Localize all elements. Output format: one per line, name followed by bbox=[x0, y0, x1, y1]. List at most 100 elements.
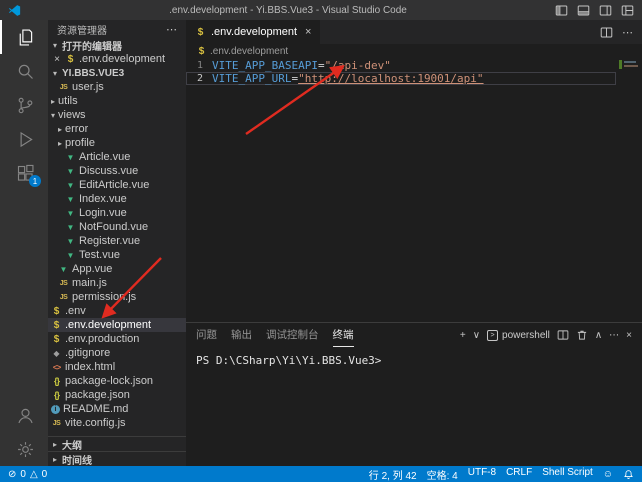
toggle-sidebar-icon[interactable] bbox=[555, 4, 568, 17]
toggle-secondary-sidebar-icon[interactable] bbox=[599, 4, 612, 17]
chevron-right-icon: ▸ bbox=[50, 455, 60, 464]
env-file-icon: $ bbox=[197, 46, 206, 57]
powershell-icon: > bbox=[487, 330, 498, 341]
maximize-panel-icon[interactable]: ∧ bbox=[595, 330, 602, 341]
tree-item-App.vue[interactable]: ▼App.vue bbox=[48, 262, 186, 276]
code-editor[interactable]: 1VITE_APP_BASEAPI="/api-dev"2VITE_APP_UR… bbox=[186, 58, 642, 322]
more-actions-icon[interactable]: ⋯ bbox=[622, 26, 633, 39]
file-name: NotFound.vue bbox=[79, 221, 148, 233]
vscode-logo bbox=[8, 4, 21, 17]
chevron-down-icon: ▾ bbox=[50, 41, 60, 50]
tree-item-error[interactable]: ▸error bbox=[48, 122, 186, 136]
minimap[interactable] bbox=[621, 60, 639, 100]
open-editor-item[interactable]: × $ .env.development bbox=[48, 52, 186, 66]
close-panel-icon[interactable]: × bbox=[626, 330, 632, 341]
timeline-label: 时间线 bbox=[62, 452, 92, 467]
activity-account[interactable] bbox=[0, 398, 48, 432]
tree-item-Discuss.vue[interactable]: ▼Discuss.vue bbox=[48, 164, 186, 178]
code-token: "/api-dev" bbox=[325, 59, 391, 72]
tree-item-README.md[interactable]: iREADME.md bbox=[48, 402, 186, 416]
activity-run-debug[interactable] bbox=[0, 122, 48, 156]
notifications-bell-icon[interactable] bbox=[623, 469, 634, 480]
chevron-down-icon: ▾ bbox=[50, 69, 60, 78]
activity-search[interactable] bbox=[0, 54, 48, 88]
split-terminal-icon[interactable] bbox=[557, 329, 569, 341]
chevron-right-icon: ▸ bbox=[58, 125, 62, 134]
tab-env-development[interactable]: $ .env.development × bbox=[186, 20, 320, 44]
open-editors-header[interactable]: ▾ 打开的编辑器 bbox=[48, 38, 186, 52]
files-icon bbox=[15, 27, 36, 48]
problems-status[interactable]: ⊘ 0 △ 0 bbox=[8, 469, 47, 480]
tree-item-Article.vue[interactable]: ▼Article.vue bbox=[48, 150, 186, 164]
tree-item-index.html[interactable]: <>index.html bbox=[48, 360, 186, 374]
tree-item-views[interactable]: ▾views bbox=[48, 108, 186, 122]
close-icon[interactable]: × bbox=[52, 54, 62, 65]
tree-item-.env[interactable]: $.env bbox=[48, 304, 186, 318]
file-name: Index.vue bbox=[79, 193, 127, 205]
file-name: main.js bbox=[72, 277, 107, 289]
terminal-shell-select[interactable]: > powershell bbox=[487, 330, 550, 341]
tree-item-NotFound.vue[interactable]: ▼NotFound.vue bbox=[48, 220, 186, 234]
activity-extensions[interactable]: 1 bbox=[0, 156, 48, 190]
activity-explorer[interactable] bbox=[0, 20, 48, 54]
status-eol[interactable]: CRLF bbox=[506, 467, 532, 482]
panel-actions: + ∨ > powershell ∧ ⋯ × bbox=[460, 329, 632, 341]
activity-source-control[interactable] bbox=[0, 88, 48, 122]
tree-item-.gitignore[interactable]: ◆.gitignore bbox=[48, 346, 186, 360]
more-actions-icon[interactable]: ⋯ bbox=[166, 23, 177, 36]
panel-tab-输出[interactable]: 输出 bbox=[231, 323, 252, 347]
file-tree: JSuser.js▸utils▾views▸error▸profile▼Arti… bbox=[48, 80, 186, 436]
status-cursor-position[interactable]: 行 2, 列 42 bbox=[369, 467, 417, 482]
status-indentation[interactable]: 空格: 4 bbox=[427, 467, 458, 482]
tree-item-Login.vue[interactable]: ▼Login.vue bbox=[48, 206, 186, 220]
activity-settings[interactable] bbox=[0, 432, 48, 466]
env-file-icon: $ bbox=[51, 306, 62, 317]
breadcrumb-file: .env.development bbox=[210, 46, 288, 57]
env-file-icon: $ bbox=[51, 320, 62, 331]
kill-terminal-icon[interactable] bbox=[576, 329, 588, 341]
more-actions-icon[interactable]: ⋯ bbox=[609, 330, 619, 341]
feedback-icon[interactable]: ☺ bbox=[603, 469, 613, 480]
tab-label: .env.development bbox=[211, 26, 297, 38]
new-terminal-icon[interactable]: + bbox=[460, 330, 466, 341]
status-encoding[interactable]: UTF-8 bbox=[468, 467, 496, 482]
tree-item-package-lock.json[interactable]: {}package-lock.json bbox=[48, 374, 186, 388]
terminal[interactable]: PS D:\CSharp\Yi\Yi.BBS.Vue3> bbox=[186, 347, 642, 466]
panel-tab-调试控制台[interactable]: 调试控制台 bbox=[266, 323, 319, 347]
tree-item-vite.config.js[interactable]: JSvite.config.js bbox=[48, 416, 186, 430]
outline-section[interactable]: ▸ 大纲 bbox=[48, 436, 186, 451]
breadcrumb[interactable]: $ .env.development bbox=[186, 44, 642, 58]
panel-tab-问题[interactable]: 问题 bbox=[196, 323, 217, 347]
file-name: EditArticle.vue bbox=[79, 179, 149, 191]
tree-item-permission.js[interactable]: JSpermission.js bbox=[48, 290, 186, 304]
tree-item-Test.vue[interactable]: ▼Test.vue bbox=[48, 248, 186, 262]
split-editor-icon[interactable] bbox=[600, 26, 613, 39]
code-line-2[interactable]: 2VITE_APP_URL="http://localhost:19001/ap… bbox=[186, 72, 616, 85]
tree-item-profile[interactable]: ▸profile bbox=[48, 136, 186, 150]
file-name: Register.vue bbox=[79, 235, 140, 247]
tree-item-Index.vue[interactable]: ▼Index.vue bbox=[48, 192, 186, 206]
timeline-section[interactable]: ▸ 时间线 bbox=[48, 451, 186, 466]
customize-layout-icon[interactable] bbox=[621, 4, 634, 17]
close-icon[interactable]: × bbox=[305, 26, 311, 38]
tree-item-package.json[interactable]: {}package.json bbox=[48, 388, 186, 402]
tree-item-.env.development[interactable]: $.env.development bbox=[48, 318, 186, 332]
tree-item-user.js[interactable]: JSuser.js bbox=[48, 80, 186, 94]
tree-item-.env.production[interactable]: $.env.production bbox=[48, 332, 186, 346]
tree-item-main.js[interactable]: JSmain.js bbox=[48, 276, 186, 290]
tree-item-utils[interactable]: ▸utils bbox=[48, 94, 186, 108]
chevron-down-icon: ▾ bbox=[51, 111, 55, 120]
status-bar: ⊘ 0 △ 0 行 2, 列 42 空格: 4 UTF-8 CRLF Shell Scr… bbox=[0, 466, 642, 482]
editor-tab-bar: $ .env.development × ⋯ bbox=[186, 20, 642, 44]
terminal-prompt: PS D:\CSharp\Yi\Yi.BBS.Vue3> bbox=[196, 354, 381, 367]
status-language-mode[interactable]: Shell Script bbox=[542, 467, 593, 482]
toggle-panel-icon[interactable] bbox=[577, 4, 590, 17]
code-line-1[interactable]: 1VITE_APP_BASEAPI="/api-dev" bbox=[186, 59, 616, 72]
panel-tab-终端[interactable]: 终端 bbox=[333, 323, 354, 347]
line-content: VITE_APP_BASEAPI="/api-dev" bbox=[212, 59, 391, 72]
line-number: 1 bbox=[186, 59, 212, 72]
tree-item-Register.vue[interactable]: ▼Register.vue bbox=[48, 234, 186, 248]
project-header[interactable]: ▾ YI.BBS.VUE3 bbox=[48, 66, 186, 80]
chevron-down-icon[interactable]: ∨ bbox=[473, 330, 480, 341]
tree-item-EditArticle.vue[interactable]: ▼EditArticle.vue bbox=[48, 178, 186, 192]
